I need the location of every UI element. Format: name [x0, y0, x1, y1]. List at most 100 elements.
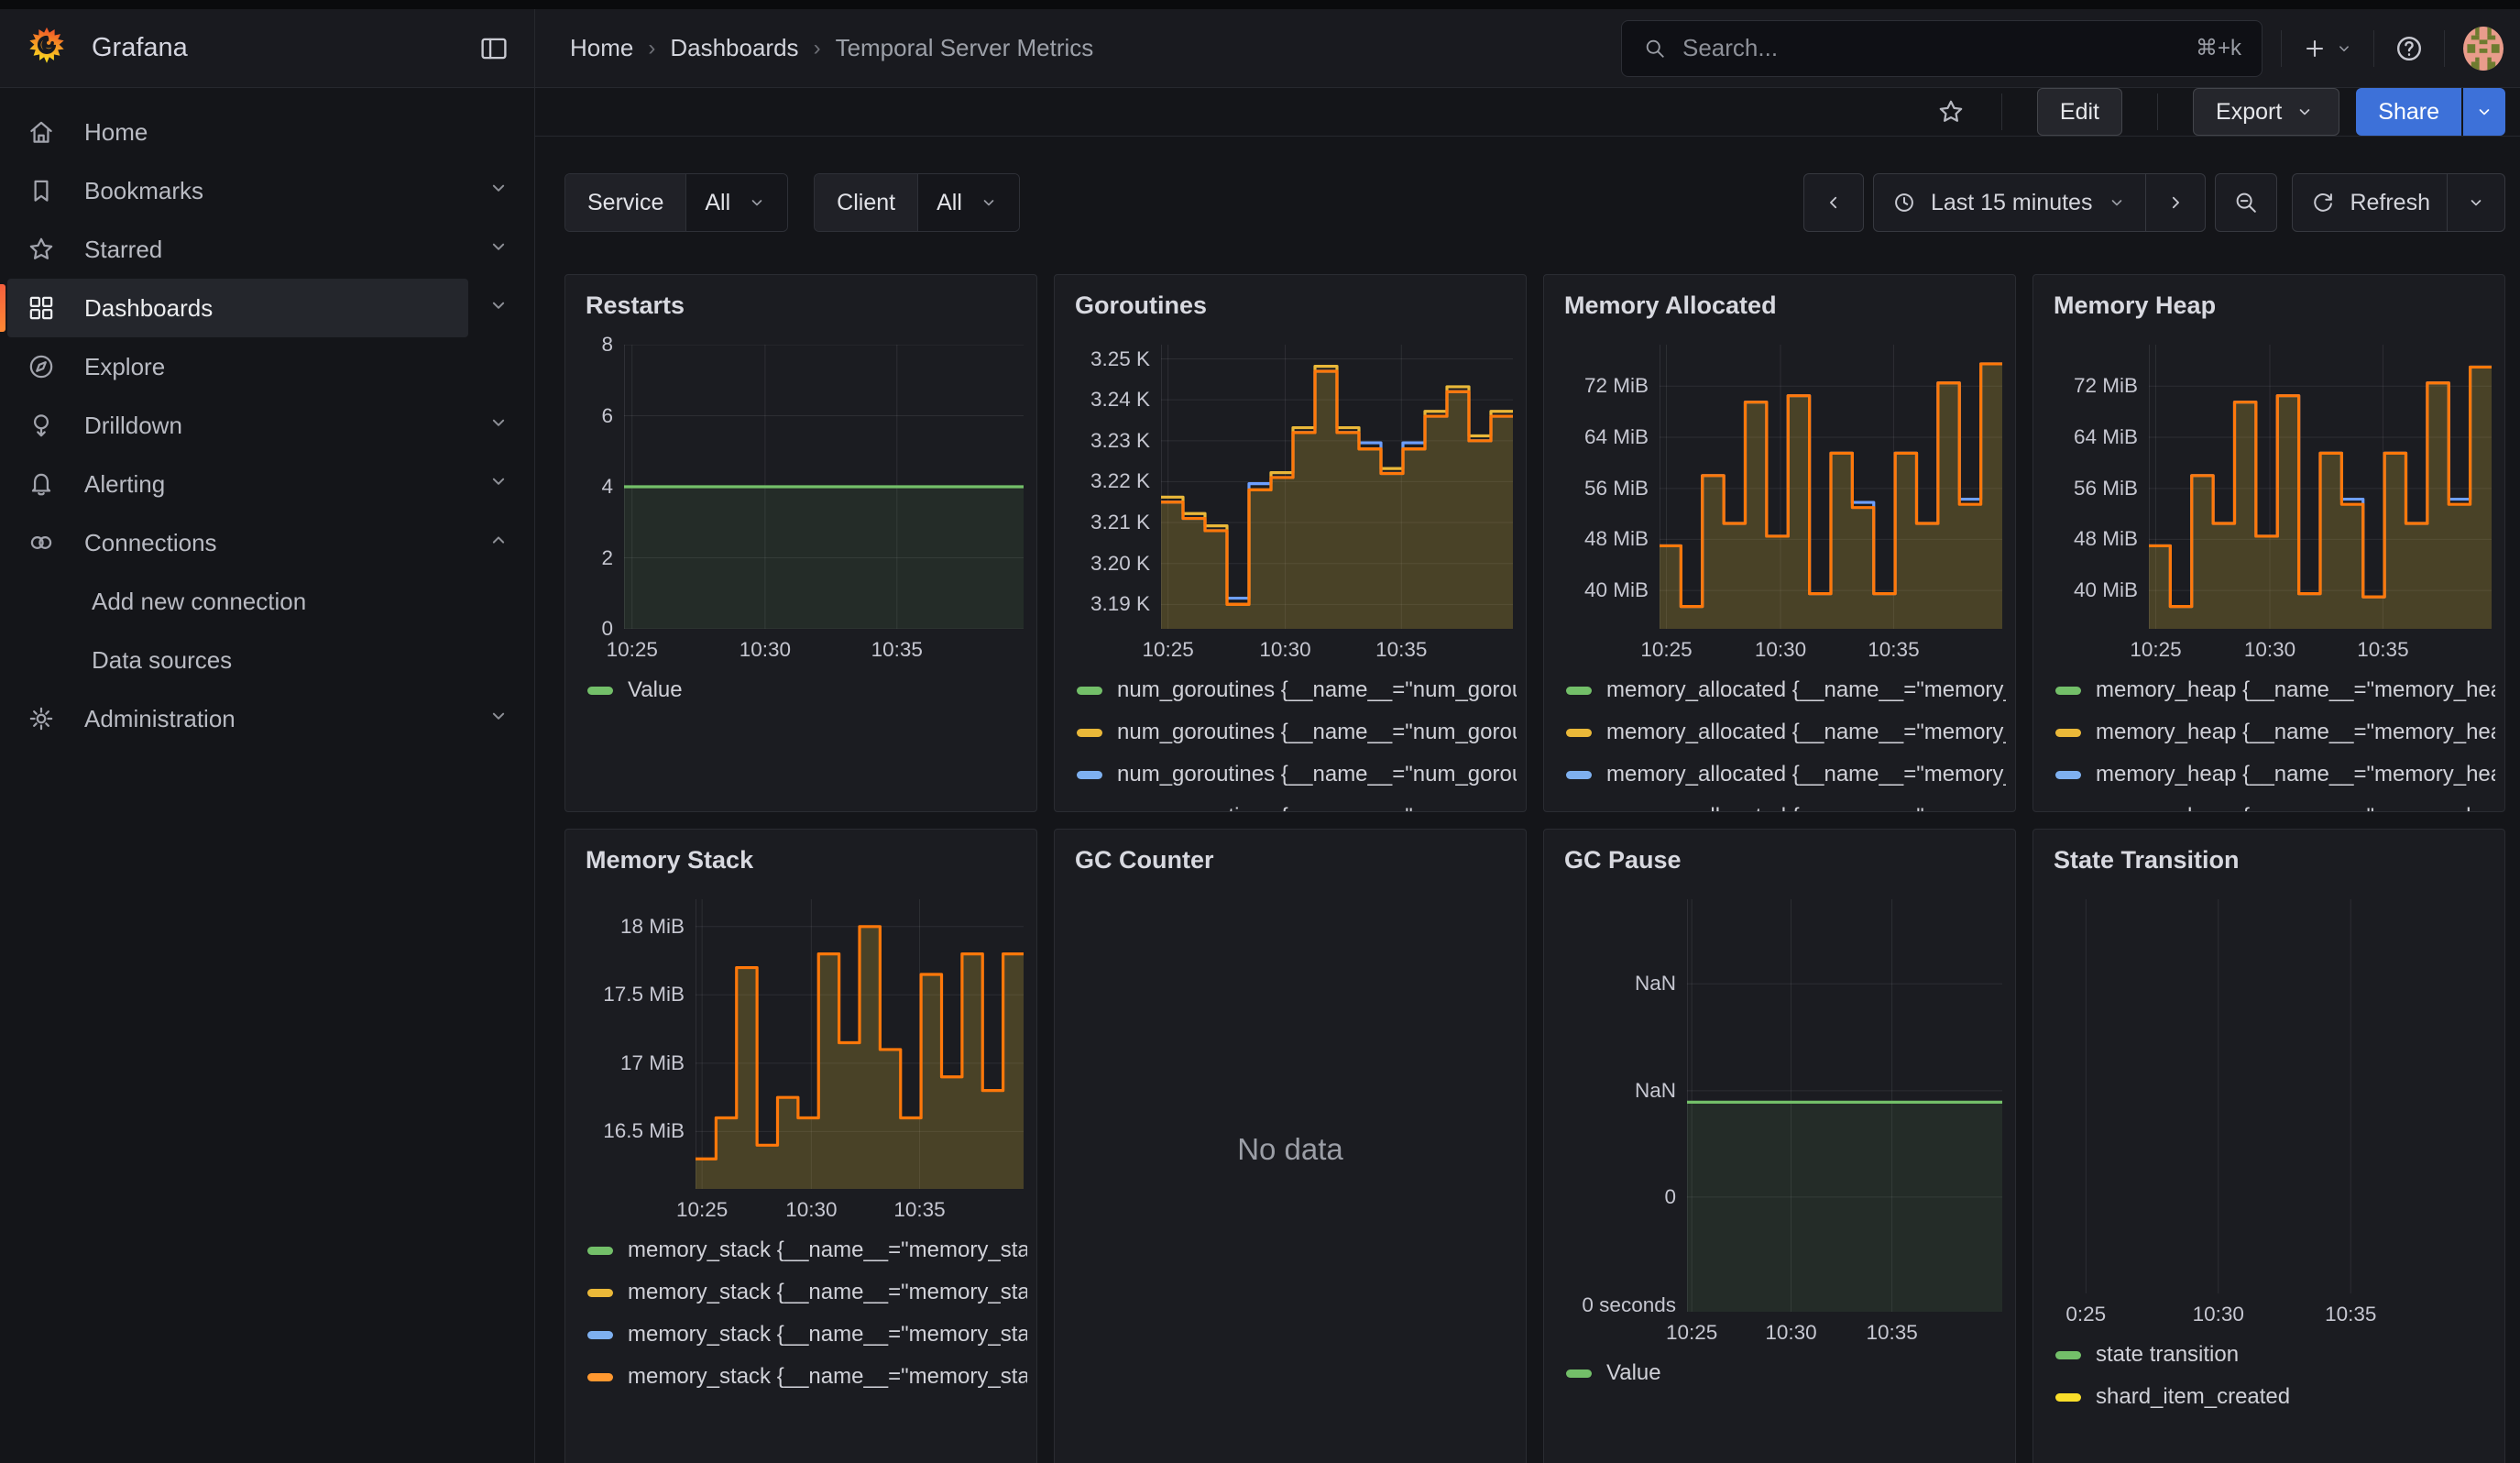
- sidebar-link[interactable]: Alerting: [7, 455, 468, 513]
- sidebar-expand-button[interactable]: [485, 174, 512, 202]
- legend-label: num_goroutines {__name__="num_goroutines…: [1117, 762, 1517, 787]
- chevright-icon: [2163, 190, 2188, 215]
- share-dropdown-button[interactable]: [2463, 88, 2505, 136]
- sidebar-expand-button[interactable]: [485, 526, 512, 554]
- favorite-star-button[interactable]: [1935, 96, 1967, 127]
- sidebar-link[interactable]: Home: [7, 103, 468, 161]
- sidebar-item-data-sources: Data sources: [0, 631, 534, 689]
- legend-item[interactable]: num_goroutines {__name__="num_goroutines…: [1077, 669, 1517, 711]
- search-icon: [1642, 36, 1668, 61]
- help-button[interactable]: [2393, 32, 2426, 65]
- y-axis: 3.25 K3.24 K3.23 K3.22 K3.21 K3.20 K3.19…: [1075, 345, 1150, 629]
- breadcrumb-item[interactable]: Dashboards: [670, 34, 798, 62]
- panel-legend: num_goroutines {__name__="num_goroutines…: [1077, 669, 1517, 812]
- panel-title[interactable]: GC Counter: [1055, 830, 1526, 877]
- sidebar-toggle-button[interactable]: [477, 32, 510, 65]
- chart-area[interactable]: 18 MiB17.5 MiB17 MiB16.5 MiB 10:2510:301…: [586, 899, 1024, 1224]
- grafana-app: Grafana Home›Dashboards›Temporal Server …: [0, 0, 2520, 1463]
- search-shortcut: ⌘+k: [2196, 35, 2241, 61]
- filter-value-dropdown[interactable]: All: [685, 174, 787, 231]
- export-button[interactable]: Export: [2193, 88, 2339, 136]
- legend-item[interactable]: num_goroutines {__name__="num_goroutines…: [1077, 796, 1517, 812]
- filter-value-dropdown[interactable]: All: [917, 174, 1019, 231]
- chart-area[interactable]: 72 MiB64 MiB56 MiB48 MiB40 MiB 10:2510:3…: [1564, 345, 2002, 664]
- panel-title[interactable]: Goroutines: [1055, 275, 1526, 323]
- refresh-interval-dropdown[interactable]: [2447, 174, 2504, 231]
- legend-item[interactable]: memory_heap {__name__="memory_heap": [2055, 669, 2495, 711]
- chart-area[interactable]: NaNNaN00 seconds 10:2510:3010:35: [1564, 899, 2002, 1347]
- chevdown-icon: [2293, 100, 2317, 124]
- sidebar-expand-button[interactable]: [485, 292, 512, 319]
- legend-item[interactable]: memory_heap {__name__="memory_heap": [2055, 711, 2495, 754]
- chevdown-icon: [977, 191, 1001, 214]
- time-range-picker[interactable]: Last 15 minutes: [1874, 174, 2146, 231]
- legend-item[interactable]: memory_stack {__name__="memory_stack": [587, 1229, 1027, 1271]
- edit-button[interactable]: Edit: [2037, 88, 2122, 136]
- share-button[interactable]: Share: [2356, 88, 2461, 136]
- legend-item[interactable]: num_goroutines {__name__="num_goroutines…: [1077, 711, 1517, 754]
- x-axis-tick: 10:30: [1259, 638, 1310, 662]
- sidebar-link[interactable]: Starred: [7, 220, 468, 279]
- panel-title[interactable]: GC Pause: [1544, 830, 2015, 877]
- sidebar-link[interactable]: Administration: [7, 689, 468, 748]
- chart-area[interactable]: 0:2510:3010:35: [2054, 899, 2492, 1328]
- legend-item[interactable]: memory_heap {__name__="memory_heap": [2055, 796, 2495, 812]
- legend-item[interactable]: memory_allocated {__name__="memory_alloc…: [1566, 711, 2006, 754]
- legend-item[interactable]: shard_item_created: [2055, 1376, 2495, 1418]
- panel-legend: Value: [587, 669, 1027, 711]
- zoom-out-button[interactable]: [2216, 174, 2276, 231]
- legend-item[interactable]: memory_stack {__name__="memory_stack": [587, 1314, 1027, 1356]
- legend-item[interactable]: state transition: [2055, 1334, 2495, 1376]
- breadcrumb-item[interactable]: Home: [570, 34, 633, 62]
- sidebar-item-label: Starred: [84, 236, 162, 264]
- chart-svg: [696, 899, 1024, 1189]
- sidebar-item-home: Home: [0, 103, 534, 161]
- panel-title[interactable]: State Transition: [2033, 830, 2504, 877]
- add-menu-button[interactable]: [2300, 34, 2355, 63]
- sidebar-expand-button[interactable]: [485, 468, 512, 495]
- panel-title[interactable]: Memory Stack: [565, 830, 1036, 877]
- sidebar-link[interactable]: Explore: [7, 337, 468, 396]
- sidebar-expand-button[interactable]: [485, 409, 512, 436]
- plot-region: [2065, 899, 2492, 1293]
- legend-item[interactable]: memory_allocated {__name__="memory_alloc…: [1566, 796, 2006, 812]
- refresh-button[interactable]: Refresh: [2293, 174, 2447, 231]
- legend-label: memory_allocated {__name__="memory_alloc…: [1606, 677, 2006, 703]
- legend-item[interactable]: num_goroutines {__name__="num_goroutines…: [1077, 754, 1517, 796]
- x-axis-tick: 10:25: [1143, 638, 1194, 662]
- sidebar-link[interactable]: Data sources: [7, 631, 468, 689]
- sidebar-expand-button[interactable]: [485, 702, 512, 730]
- export-button-label: Export: [2216, 99, 2282, 126]
- time-back-button[interactable]: [1804, 174, 1863, 231]
- y-axis-tick: 3.19 K: [1090, 592, 1150, 616]
- legend-item[interactable]: memory_stack {__name__="memory_stack": [587, 1356, 1027, 1398]
- sidebar-link[interactable]: Connections: [7, 513, 468, 572]
- panel-title[interactable]: Memory Heap: [2033, 275, 2504, 323]
- legend-label: memory_stack {__name__="memory_stack": [628, 1364, 1027, 1390]
- search-input[interactable]: Search... ⌘+k: [1621, 20, 2263, 77]
- panel-title[interactable]: Restarts: [565, 275, 1036, 323]
- sidebar-link[interactable]: Bookmarks: [7, 161, 468, 220]
- legend-item[interactable]: Value: [587, 669, 1027, 711]
- sidebar-link[interactable]: Dashboards: [7, 279, 468, 337]
- legend-item[interactable]: memory_allocated {__name__="memory_alloc…: [1566, 669, 2006, 711]
- chart-area[interactable]: 72 MiB64 MiB56 MiB48 MiB40 MiB 10:2510:3…: [2054, 345, 2492, 664]
- sidebar-expand-button[interactable]: [485, 233, 512, 260]
- clock-icon: [1890, 189, 1918, 216]
- chart-area[interactable]: 3.25 K3.24 K3.23 K3.22 K3.21 K3.20 K3.19…: [1075, 345, 1513, 664]
- legend-item[interactable]: memory_allocated {__name__="memory_alloc…: [1566, 754, 2006, 796]
- x-axis-tick: 0:25: [2065, 1303, 2106, 1326]
- grafana-logo-icon[interactable]: [26, 25, 68, 72]
- panel-title[interactable]: Memory Allocated: [1544, 275, 2015, 323]
- breadcrumb-item: Temporal Server Metrics: [836, 34, 1094, 62]
- sidebar-link[interactable]: Add new connection: [7, 572, 468, 631]
- subheader-divider: [2157, 94, 2158, 130]
- chart-area[interactable]: 86420 10:2510:3010:35: [586, 345, 1024, 664]
- sidebar-link[interactable]: Drilldown: [7, 396, 468, 455]
- user-avatar[interactable]: [2463, 27, 2504, 71]
- time-forward-button[interactable]: [2145, 174, 2205, 231]
- legend-item[interactable]: memory_heap {__name__="memory_heap": [2055, 754, 2495, 796]
- legend-item[interactable]: memory_stack {__name__="memory_stack": [587, 1271, 1027, 1314]
- legend-item[interactable]: Value: [1566, 1352, 2006, 1394]
- template-variable-filters: Service All Client All: [564, 173, 1046, 232]
